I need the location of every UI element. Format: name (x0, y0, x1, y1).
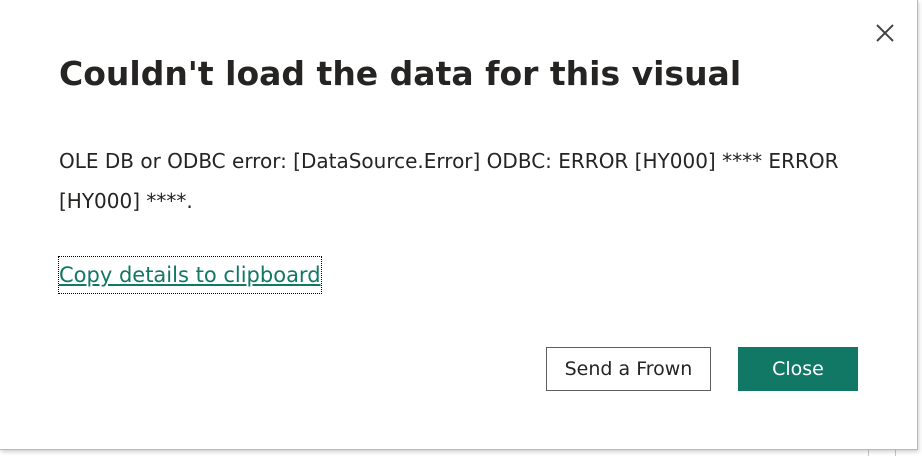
send-a-frown-button[interactable]: Send a Frown (546, 347, 711, 391)
dialog-title: Couldn't load the data for this visual (59, 54, 742, 93)
error-message: OLE DB or ODBC error: [DataSource.Error]… (59, 149, 839, 213)
copy-details-link[interactable]: Copy details to clipboard (58, 256, 322, 294)
error-dialog: Couldn't load the data for this visual O… (0, 0, 918, 450)
close-button[interactable]: Close (738, 347, 858, 391)
close-icon[interactable] (870, 18, 900, 48)
